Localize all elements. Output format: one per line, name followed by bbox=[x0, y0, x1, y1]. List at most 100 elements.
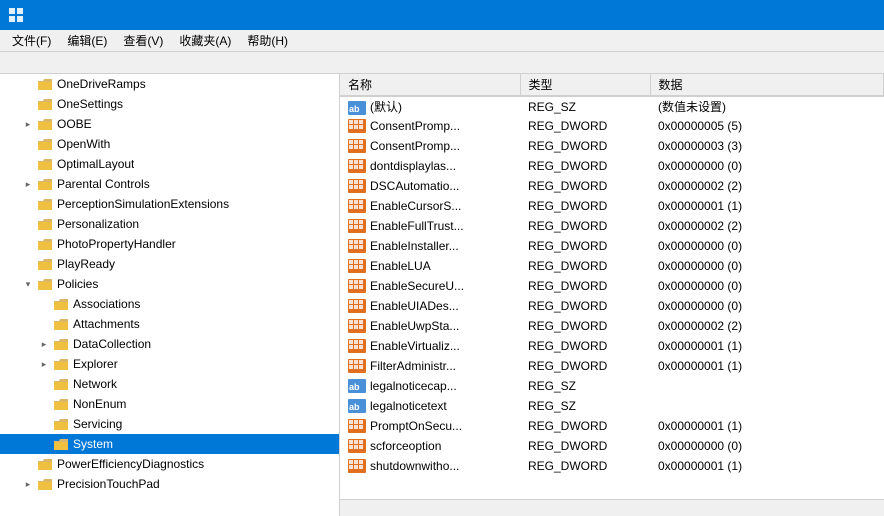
table-row[interactable]: EnableSecureU...REG_DWORD0x00000000 (0) bbox=[340, 276, 884, 296]
folder-icon-photopropertyhandler bbox=[36, 237, 54, 251]
type-icon: ab bbox=[348, 399, 366, 413]
type-icon bbox=[348, 219, 366, 233]
tree-toggle-oobe[interactable] bbox=[20, 114, 36, 134]
table-row[interactable]: EnableLUAREG_DWORD0x00000000 (0) bbox=[340, 256, 884, 276]
tree-item-system[interactable]: System bbox=[0, 434, 339, 454]
tree-item-network[interactable]: Network bbox=[0, 374, 339, 394]
type-icon bbox=[348, 119, 366, 133]
registry-table[interactable]: 名称 类型 数据 ab (默认)REG_SZ(数值未设置) ConsentPro… bbox=[340, 74, 884, 499]
tree-item-policies[interactable]: Policies bbox=[0, 274, 339, 294]
tree-toggle-explorer[interactable] bbox=[36, 354, 52, 374]
table-row[interactable]: dontdisplaylas...REG_DWORD0x00000000 (0) bbox=[340, 156, 884, 176]
menu-edit[interactable]: 编辑(E) bbox=[59, 30, 115, 51]
tree-toggle-parentalcontrols[interactable] bbox=[20, 174, 36, 194]
table-row[interactable]: scforceoptionREG_DWORD0x00000000 (0) bbox=[340, 436, 884, 456]
cell-type: REG_DWORD bbox=[520, 436, 650, 456]
tree-item-personalization[interactable]: Personalization bbox=[0, 214, 339, 234]
tree-item-powerefficiencydiagnostics[interactable]: PowerEfficiencyDiagnostics bbox=[0, 454, 339, 474]
tree-item-perceptionsimulationextensions[interactable]: PerceptionSimulationExtensions bbox=[0, 194, 339, 214]
tree-item-optimallayout[interactable]: OptimalLayout bbox=[0, 154, 339, 174]
tree-item-onesettings[interactable]: OneSettings bbox=[0, 94, 339, 114]
table-row[interactable]: FilterAdministr...REG_DWORD0x00000001 (1… bbox=[340, 356, 884, 376]
tree-item-servicing[interactable]: Servicing bbox=[0, 414, 339, 434]
tree-toggle-precisiontouchpad[interactable] bbox=[20, 474, 36, 494]
cell-name: EnableInstaller... bbox=[340, 236, 520, 256]
tree-toggle-onesettings bbox=[20, 94, 36, 114]
cell-data: 0x00000000 (0) bbox=[650, 276, 884, 296]
folder-icon-onedriveramps bbox=[36, 77, 54, 91]
cell-type: REG_DWORD bbox=[520, 276, 650, 296]
tree-toggle-system bbox=[36, 434, 52, 454]
tree-item-explorer[interactable]: Explorer bbox=[0, 354, 339, 374]
tree-label-onedriveramps: OneDriveRamps bbox=[57, 77, 146, 91]
tree-toggle-policies[interactable] bbox=[20, 274, 36, 294]
tree-toggle-datacollection[interactable] bbox=[36, 334, 52, 354]
col-type[interactable]: 类型 bbox=[520, 74, 650, 96]
folder-icon-nonenum bbox=[52, 397, 70, 411]
cell-type: REG_DWORD bbox=[520, 216, 650, 236]
close-button[interactable] bbox=[830, 0, 876, 30]
table-row[interactable]: EnableVirtualiz...REG_DWORD0x00000001 (1… bbox=[340, 336, 884, 356]
tree-scroll[interactable]: OneDriveRamps OneSettings OOBE OpenWith … bbox=[0, 74, 339, 516]
minimize-button[interactable] bbox=[738, 0, 784, 30]
folder-icon-system bbox=[52, 437, 70, 451]
cell-name: ab legalnoticecap... bbox=[340, 376, 520, 396]
cell-data: 0x00000001 (1) bbox=[650, 416, 884, 436]
table-row[interactable]: EnableFullTrust...REG_DWORD0x00000002 (2… bbox=[340, 216, 884, 236]
col-data[interactable]: 数据 bbox=[650, 74, 884, 96]
cell-type: REG_DWORD bbox=[520, 196, 650, 216]
type-icon bbox=[348, 239, 366, 253]
tree-item-nonenum[interactable]: NonEnum bbox=[0, 394, 339, 414]
menu-favorites[interactable]: 收藏夹(A) bbox=[171, 30, 239, 51]
cell-data: 0x00000001 (1) bbox=[650, 456, 884, 476]
tree-label-network: Network bbox=[73, 377, 117, 391]
cell-type: REG_DWORD bbox=[520, 256, 650, 276]
table-row[interactable]: shutdownwitho...REG_DWORD0x00000001 (1) bbox=[340, 456, 884, 476]
table-row[interactable]: EnableInstaller...REG_DWORD0x00000000 (0… bbox=[340, 236, 884, 256]
maximize-button[interactable] bbox=[784, 0, 830, 30]
tree-label-perceptionsimulationextensions: PerceptionSimulationExtensions bbox=[57, 197, 229, 211]
menu-file[interactable]: 文件(F) bbox=[4, 30, 59, 51]
cell-type: REG_DWORD bbox=[520, 156, 650, 176]
cell-data: 0x00000000 (0) bbox=[650, 296, 884, 316]
table-row[interactable]: ab legalnoticecap...REG_SZ bbox=[340, 376, 884, 396]
table-row[interactable]: EnableCursorS...REG_DWORD0x00000001 (1) bbox=[340, 196, 884, 216]
folder-icon-associations bbox=[52, 297, 70, 311]
table-row[interactable]: ConsentPromp...REG_DWORD0x00000005 (5) bbox=[340, 116, 884, 136]
tree-item-associations[interactable]: Associations bbox=[0, 294, 339, 314]
tree-item-playready[interactable]: PlayReady bbox=[0, 254, 339, 274]
tree-item-precisiontouchpad[interactable]: PrecisionTouchPad bbox=[0, 474, 339, 494]
tree-item-parentalcontrols[interactable]: Parental Controls bbox=[0, 174, 339, 194]
cell-name: EnableLUA bbox=[340, 256, 520, 276]
table-row[interactable]: EnableUIADes...REG_DWORD0x00000000 (0) bbox=[340, 296, 884, 316]
tree-item-onedriveramps[interactable]: OneDriveRamps bbox=[0, 74, 339, 94]
cell-name: EnableSecureU... bbox=[340, 276, 520, 296]
type-icon bbox=[348, 339, 366, 353]
tree-label-playready: PlayReady bbox=[57, 257, 115, 271]
tree-item-openwith[interactable]: OpenWith bbox=[0, 134, 339, 154]
menu-view[interactable]: 查看(V) bbox=[115, 30, 171, 51]
type-icon bbox=[348, 139, 366, 153]
cell-type: REG_DWORD bbox=[520, 176, 650, 196]
tree-item-datacollection[interactable]: DataCollection bbox=[0, 334, 339, 354]
table-row[interactable]: ConsentPromp...REG_DWORD0x00000003 (3) bbox=[340, 136, 884, 156]
table-row[interactable]: ab (默认)REG_SZ(数值未设置) bbox=[340, 96, 884, 116]
table-row[interactable]: DSCAutomatio...REG_DWORD0x00000002 (2) bbox=[340, 176, 884, 196]
tree-item-attachments[interactable]: Attachments bbox=[0, 314, 339, 334]
window-controls bbox=[738, 0, 876, 30]
tree-label-servicing: Servicing bbox=[73, 417, 122, 431]
tree-item-oobe[interactable]: OOBE bbox=[0, 114, 339, 134]
title-bar bbox=[0, 0, 884, 30]
folder-icon-parentalcontrols bbox=[36, 177, 54, 191]
tree-toggle-nonenum bbox=[36, 394, 52, 414]
col-name[interactable]: 名称 bbox=[340, 74, 520, 96]
table-row[interactable]: ab legalnoticetextREG_SZ bbox=[340, 396, 884, 416]
cell-type: REG_DWORD bbox=[520, 456, 650, 476]
tree-toggle-personalization bbox=[20, 214, 36, 234]
table-row[interactable]: PromptOnSecu...REG_DWORD0x00000001 (1) bbox=[340, 416, 884, 436]
cell-type: REG_DWORD bbox=[520, 296, 650, 316]
tree-item-photopropertyhandler[interactable]: PhotoPropertyHandler bbox=[0, 234, 339, 254]
horizontal-scrollbar[interactable] bbox=[340, 499, 884, 516]
table-row[interactable]: EnableUwpSta...REG_DWORD0x00000002 (2) bbox=[340, 316, 884, 336]
menu-help[interactable]: 帮助(H) bbox=[239, 30, 296, 51]
